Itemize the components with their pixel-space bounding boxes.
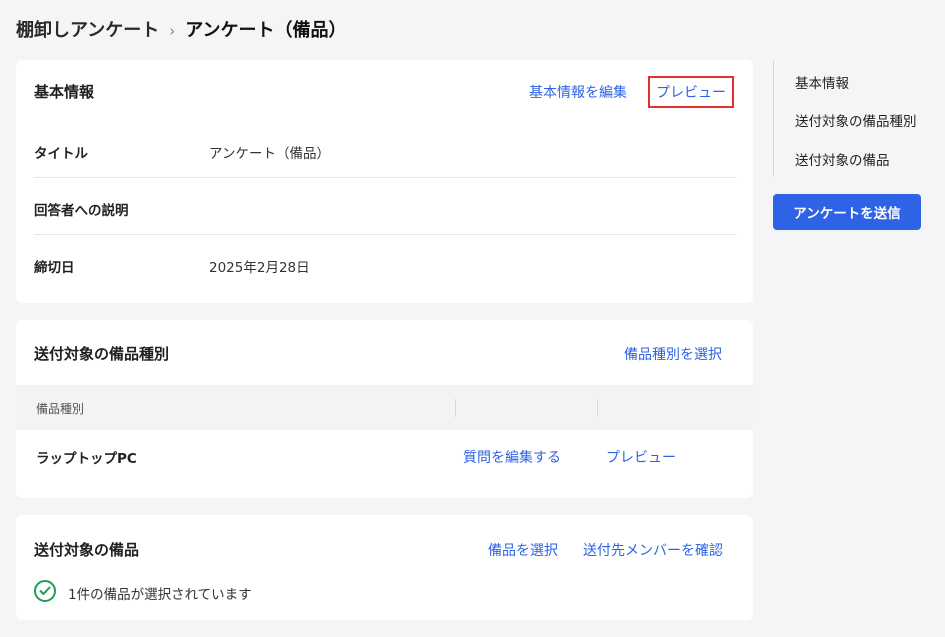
preview-link[interactable]: プレビュー bbox=[656, 82, 726, 102]
basic-info-title: 基本情報 bbox=[34, 83, 95, 101]
section-nav: 基本情報 送付対象の備品種別 送付対象の備品 bbox=[773, 60, 933, 177]
select-type-link[interactable]: 備品種別を選択 bbox=[624, 344, 722, 364]
divider bbox=[34, 177, 737, 178]
column-divider bbox=[597, 399, 598, 417]
target-types-card: 送付対象の備品種別 備品種別を選択 備品種別 ラップトップPC 質問を編集する … bbox=[16, 320, 753, 498]
target-types-title: 送付対象の備品種別 bbox=[34, 345, 170, 363]
nav-item-target-types[interactable]: 送付対象の備品種別 bbox=[795, 110, 917, 130]
divider bbox=[34, 234, 737, 235]
title-label: タイトル bbox=[34, 146, 88, 162]
column-divider bbox=[455, 399, 456, 417]
column-header-type: 備品種別 bbox=[36, 402, 85, 416]
nav-item-basic-info[interactable]: 基本情報 bbox=[795, 72, 849, 92]
selection-status: 1件の備品が選択されています bbox=[68, 587, 252, 603]
edit-basic-info-link[interactable]: 基本情報を編集 bbox=[529, 82, 627, 102]
edit-questions-link[interactable]: 質問を編集する bbox=[463, 447, 561, 467]
description-label: 回答者への説明 bbox=[34, 203, 129, 219]
page-title: アンケート（備品） bbox=[185, 20, 347, 41]
confirm-members-link[interactable]: 送付先メンバーを確認 bbox=[583, 540, 723, 560]
target-items-title: 送付対象の備品 bbox=[34, 541, 140, 559]
table-header: 備品種別 bbox=[16, 385, 753, 430]
breadcrumb: 棚卸しアンケート › アンケート（備品） bbox=[16, 18, 347, 44]
type-name: ラップトップPC bbox=[36, 451, 137, 467]
title-value: アンケート（備品） bbox=[209, 146, 330, 162]
breadcrumb-parent-link[interactable]: 棚卸しアンケート bbox=[16, 18, 159, 44]
chevron-right-icon: › bbox=[169, 22, 176, 40]
send-survey-button[interactable]: アンケートを送信 bbox=[773, 194, 921, 230]
deadline-value: 2025年2月28日 bbox=[209, 260, 310, 276]
preview-link-highlight[interactable]: プレビュー bbox=[648, 76, 734, 108]
type-preview-link[interactable]: プレビュー bbox=[606, 447, 676, 467]
check-circle-icon bbox=[34, 580, 56, 602]
select-items-link[interactable]: 備品を選択 bbox=[488, 540, 558, 560]
basic-info-card: 基本情報 基本情報を編集 プレビュー タイトル アンケート（備品） 回答者への説… bbox=[16, 60, 753, 303]
deadline-label: 締切日 bbox=[34, 260, 75, 276]
target-items-card: 送付対象の備品 備品を選択 送付先メンバーを確認 1件の備品が選択されています bbox=[16, 515, 753, 620]
nav-item-target-items[interactable]: 送付対象の備品 bbox=[795, 149, 890, 169]
